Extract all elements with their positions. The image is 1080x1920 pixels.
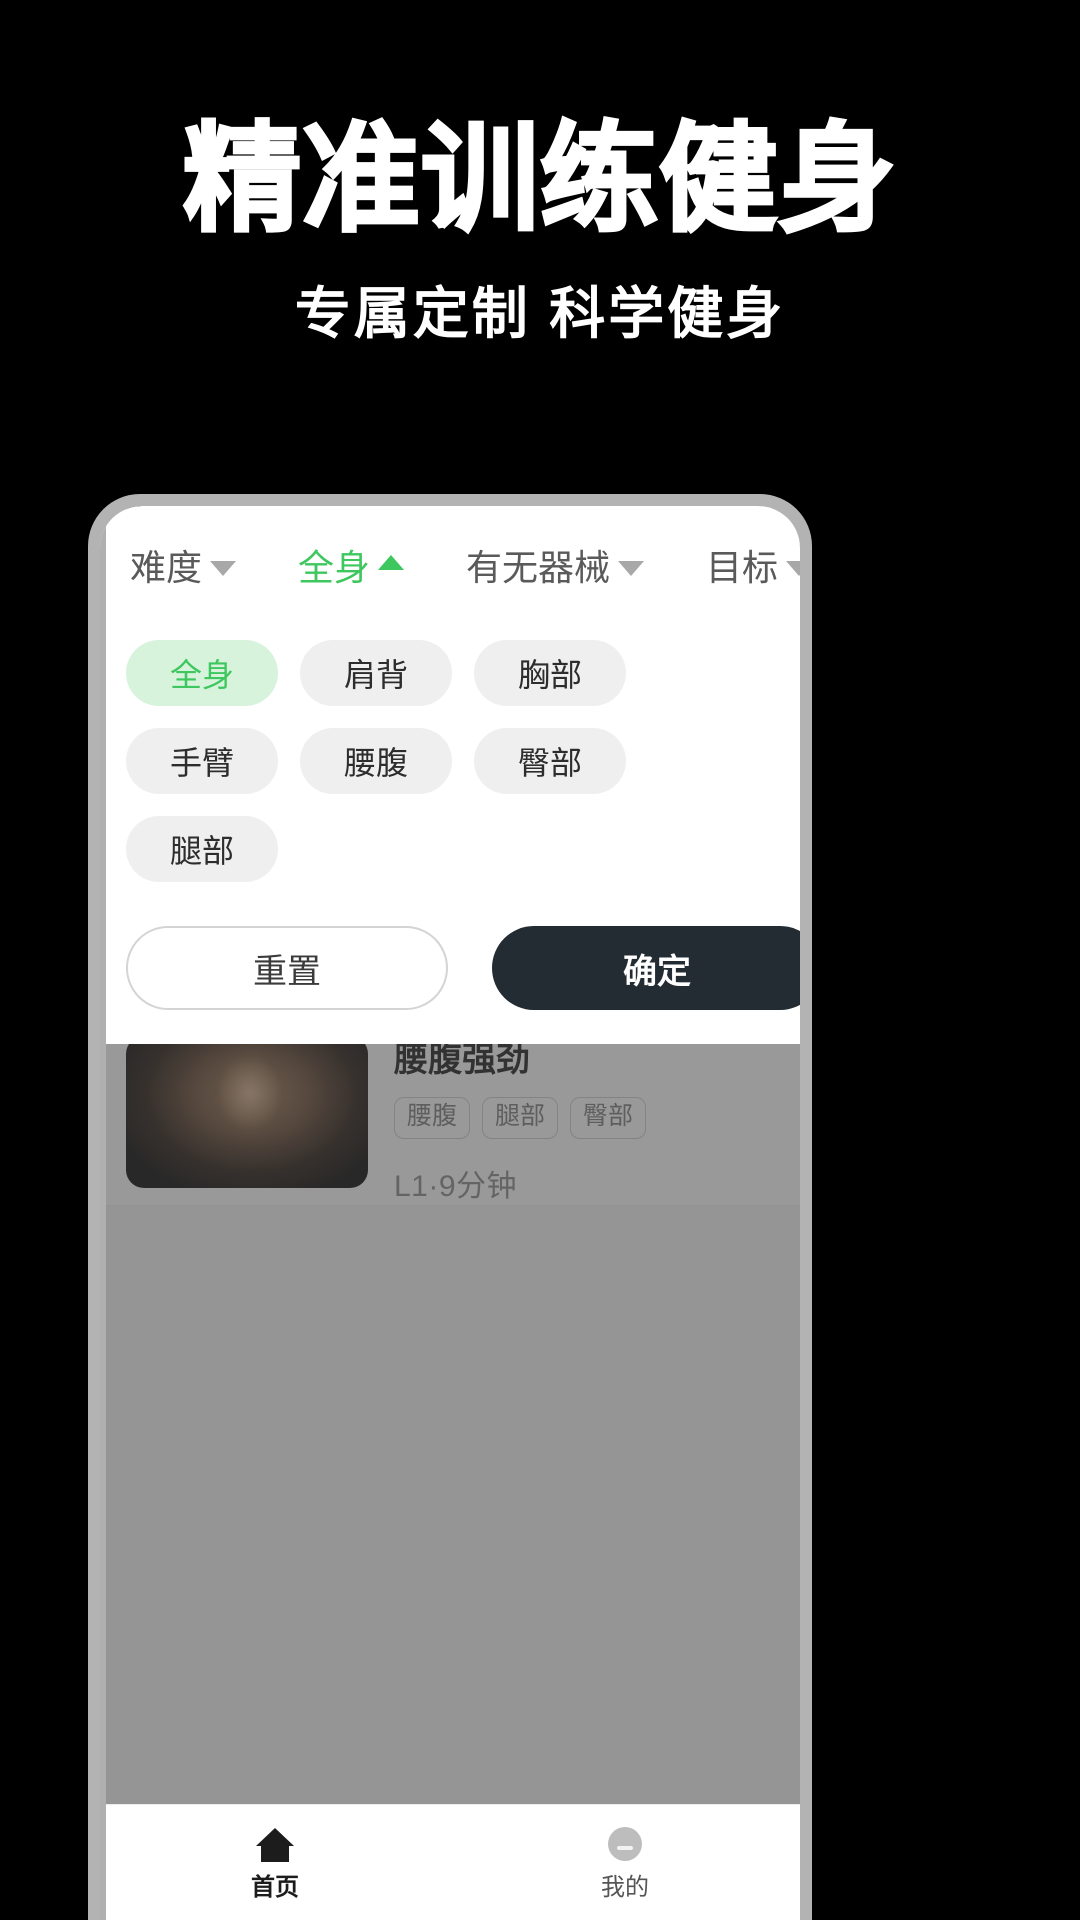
promo-title: 精准训练健身 bbox=[181, 110, 897, 248]
body-part-chip-6[interactable]: 腿部 bbox=[126, 816, 278, 882]
phone-frame: 全身燃脂腰腹腿部L2·18分钟腰腹极速燃脂腰腹臀部腿部L2·14分钟进阶暴汗腰腹… bbox=[88, 494, 812, 1920]
filter-tab-row[interactable]: 难度全身有无器械目标课程 bbox=[100, 506, 800, 624]
body-part-chip-3[interactable]: 手臂 bbox=[126, 728, 278, 794]
confirm-button[interactable]: 确定 bbox=[492, 926, 800, 1010]
filter-tab-label: 目标 bbox=[706, 547, 779, 588]
promo-header: 精准训练健身 专属定制 科学健身 bbox=[0, 0, 1080, 344]
filter-panel: 难度全身有无器械目标课程 全身肩背胸部手臂腰腹臀部腿部 重置 确定 bbox=[100, 506, 800, 1044]
phone-mockup: 全身燃脂腰腹腿部L2·18分钟腰腹极速燃脂腰腹臀部腿部L2·14分钟进阶暴汗腰腹… bbox=[88, 494, 812, 1920]
filter-tab-1[interactable]: 全身 bbox=[298, 539, 405, 591]
filter-tab-label: 有无器械 bbox=[466, 547, 611, 588]
filter-tab-label: 难度 bbox=[130, 547, 203, 588]
tab-home-label: 首页 bbox=[251, 1874, 299, 1901]
home-icon bbox=[253, 1825, 297, 1870]
reset-button[interactable]: 重置 bbox=[126, 926, 448, 1010]
tab-home[interactable]: 首页 bbox=[100, 1805, 450, 1920]
filter-action-row: 重置 确定 bbox=[100, 882, 800, 1010]
body-part-chip-4[interactable]: 腰腹 bbox=[300, 728, 452, 794]
filter-tab-3[interactable]: 目标 bbox=[706, 539, 800, 591]
filter-tab-2[interactable]: 有无器械 bbox=[466, 539, 645, 591]
body-part-chip-5[interactable]: 臀部 bbox=[474, 728, 626, 794]
person-icon bbox=[603, 1825, 647, 1870]
chevron-down-icon bbox=[618, 560, 645, 576]
chevron-down-icon bbox=[210, 560, 237, 576]
body-part-chip-0[interactable]: 全身 bbox=[126, 640, 278, 706]
filter-tab-label: 全身 bbox=[298, 547, 371, 588]
filter-tab-0[interactable]: 难度 bbox=[130, 539, 237, 591]
tab-profile[interactable]: 我的 bbox=[450, 1805, 800, 1920]
body-part-chip-grid: 全身 肩背 胸部手臂 腰腹 臀部腿部 bbox=[100, 624, 800, 882]
body-part-chip-2[interactable]: 胸部 bbox=[474, 640, 626, 706]
chevron-up-icon bbox=[378, 554, 405, 570]
screen-left-edge bbox=[100, 506, 106, 1920]
tab-profile-label: 我的 bbox=[601, 1874, 649, 1901]
bottom-tabbar: 首页 我的 bbox=[100, 1804, 800, 1920]
chevron-down-icon bbox=[786, 560, 800, 576]
body-part-chip-1[interactable]: 肩背 bbox=[300, 640, 452, 706]
phone-screen: 全身燃脂腰腹腿部L2·18分钟腰腹极速燃脂腰腹臀部腿部L2·14分钟进阶暴汗腰腹… bbox=[100, 506, 800, 1920]
promo-subtitle: 专属定制 科学健身 bbox=[294, 281, 786, 345]
